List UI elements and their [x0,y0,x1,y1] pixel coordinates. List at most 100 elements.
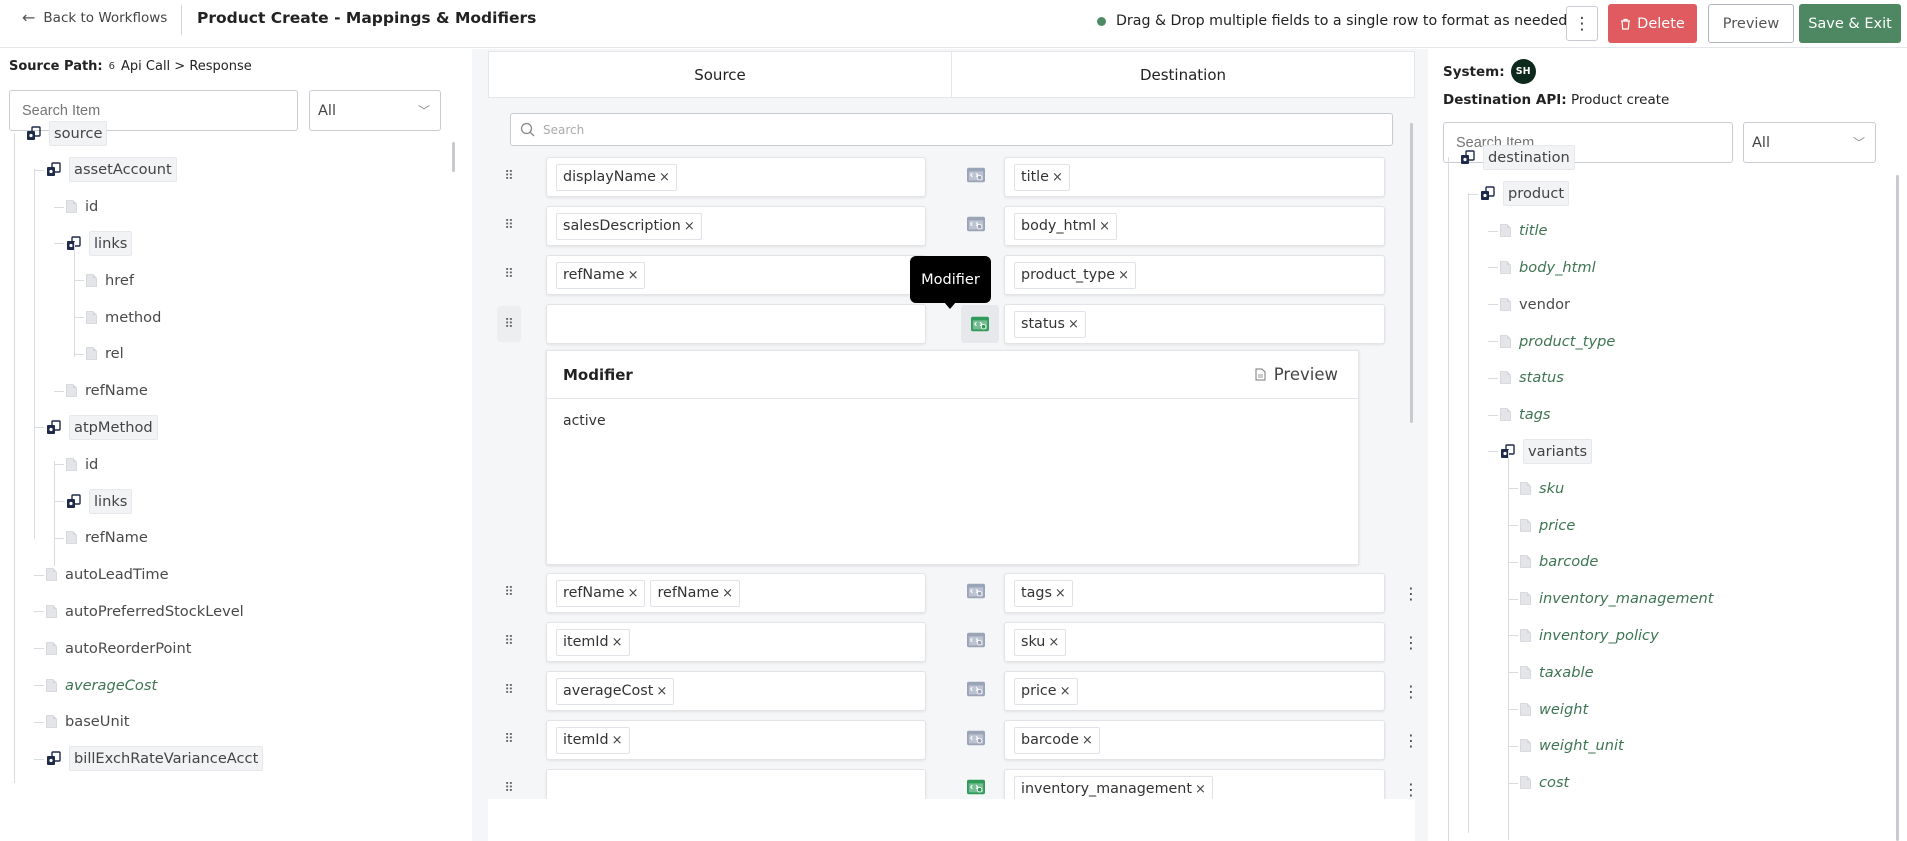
tree-field-baseunit[interactable]: baseUnit [46,708,130,736]
source-field-chip[interactable]: displayName × [556,163,677,191]
delete-button[interactable]: Delete [1608,4,1697,43]
tab-source[interactable]: Source [489,52,951,97]
tree-field-tags[interactable]: tags [1500,401,1551,429]
drag-handle-icon[interactable]: ⠿ [497,306,521,342]
row-options-icon[interactable]: ⋮ [1403,778,1419,800]
tree-field-product-type[interactable]: product_type [1500,327,1615,355]
tree-field-href[interactable]: href [86,266,134,294]
remove-chip-icon[interactable]: × [612,635,623,650]
destination-field-chip[interactable]: body_html × [1014,212,1117,240]
remove-chip-icon[interactable]: × [722,586,733,601]
source-field-chip[interactable]: averageCost × [556,677,675,705]
tree-field-inventory-management[interactable]: inventory_management [1520,585,1714,613]
drag-handle-icon[interactable]: ⠿ [502,583,516,601]
destination-field-chip[interactable]: sku × [1014,628,1067,656]
tree-object-links[interactable]: links [66,487,133,515]
tree-object-billexchratevarianceacct[interactable]: billExchRateVarianceAcct [46,745,264,773]
tree-object-source[interactable]: source [26,119,108,147]
tree-field-id[interactable]: id [66,450,98,478]
drag-handle-icon[interactable]: ⠿ [502,779,516,797]
tree-field-price[interactable]: price [1520,511,1575,539]
destination-field-dropzone[interactable]: barcode × [1004,720,1385,760]
destination-field-dropzone[interactable]: status × [1004,304,1385,344]
modifier-value-editor[interactable]: active [547,399,1358,443]
destination-field-dropzone[interactable]: body_html × [1004,206,1385,246]
back-to-workflows-link[interactable]: ← Back to Workflows [22,8,167,27]
remove-chip-icon[interactable]: × [1052,170,1063,185]
source-field-dropzone[interactable]: itemId × [546,720,926,760]
tree-field-averagecost[interactable]: averageCost [46,671,157,699]
modifier-button[interactable] [966,166,988,188]
source-field-dropzone[interactable]: salesDescription × [546,206,926,246]
destination-field-chip[interactable]: product_type × [1014,261,1136,289]
remove-chip-icon[interactable]: × [1118,268,1129,283]
modifier-preview-button[interactable]: Preview [1255,365,1338,384]
source-field-chip[interactable]: refName × [556,261,646,289]
destination-field-chip[interactable]: barcode × [1014,726,1100,754]
tree-field-inventory-policy[interactable]: inventory_policy [1520,621,1659,649]
drag-handle-icon[interactable]: ⠿ [502,681,516,699]
tree-field-autoreorderpoint[interactable]: autoReorderPoint [46,634,191,662]
remove-chip-icon[interactable]: × [659,170,670,185]
remove-chip-icon[interactable]: × [628,268,639,283]
tree-object-assetaccount[interactable]: assetAccount [46,156,177,184]
destination-field-dropzone[interactable]: product_type × [1004,255,1385,295]
drag-handle-icon[interactable]: ⠿ [502,632,516,650]
mapping-search-input[interactable]: Search [510,113,1393,146]
modifier-button[interactable] [966,631,988,653]
modifier-button[interactable] [966,215,988,237]
destination-field-dropzone[interactable]: title × [1004,157,1385,197]
remove-chip-icon[interactable]: × [684,219,695,234]
source-field-dropzone[interactable] [546,304,926,344]
tree-field-refname[interactable]: refName [66,524,148,552]
drag-handle-icon[interactable]: ⠿ [502,167,516,185]
modifier-button[interactable] [966,729,988,751]
remove-chip-icon[interactable]: × [1048,635,1059,650]
row-options-icon[interactable]: ⋮ [1403,729,1419,751]
source-field-chip[interactable]: itemId × [556,726,630,754]
destination-field-dropzone[interactable]: price × [1004,671,1385,711]
tree-field-cost[interactable]: cost [1520,769,1569,797]
tree-object-destination[interactable]: destination [1460,143,1575,171]
source-field-dropzone[interactable]: averageCost × [546,671,926,711]
source-field-chip[interactable]: salesDescription × [556,212,702,240]
source-field-chip[interactable]: refName × [556,579,646,607]
remove-chip-icon[interactable]: × [1099,219,1110,234]
modifier-button[interactable] [966,680,988,702]
destination-tree-scrollbar[interactable] [1896,175,1899,841]
tree-field-sku[interactable]: sku [1520,474,1564,502]
source-field-chip[interactable]: refName × [650,579,740,607]
remove-chip-icon[interactable]: × [656,684,667,699]
source-field-dropzone[interactable]: refName × [546,255,926,295]
tree-field-barcode[interactable]: barcode [1520,548,1598,576]
source-field-chip[interactable]: itemId × [556,628,630,656]
preview-button[interactable]: Preview [1708,4,1794,43]
tree-field-refname[interactable]: refName [66,377,148,405]
drag-handle-icon[interactable]: ⠿ [502,265,516,283]
destination-field-dropzone[interactable]: sku × [1004,622,1385,662]
tree-object-product[interactable]: product [1480,180,1570,208]
tree-object-variants[interactable]: variants [1500,437,1593,465]
drag-handle-icon[interactable]: ⠿ [502,216,516,234]
modifier-button[interactable] [966,778,988,800]
source-field-dropzone[interactable]: refName × refName × [546,573,926,613]
tree-field-autoleadtime[interactable]: autoLeadTime [46,561,169,589]
more-options-button[interactable]: ⋮ [1566,6,1598,41]
remove-chip-icon[interactable]: × [1055,586,1066,601]
tree-field-weight-unit[interactable]: weight_unit [1520,732,1624,760]
remove-chip-icon[interactable]: × [1195,782,1206,797]
tree-field-status[interactable]: status [1500,364,1564,392]
modifier-button[interactable] [966,582,988,604]
source-tree-scrollbar[interactable] [452,142,455,172]
save-exit-button[interactable]: Save & Exit [1799,4,1901,43]
remove-chip-icon[interactable]: × [1068,317,1079,332]
destination-field-chip[interactable]: title × [1014,163,1070,191]
tree-field-method[interactable]: method [86,303,161,331]
remove-chip-icon[interactable]: × [612,733,623,748]
tab-destination[interactable]: Destination [951,52,1414,97]
destination-field-chip[interactable]: price × [1014,677,1078,705]
source-field-dropzone[interactable]: displayName × [546,157,926,197]
modifier-button[interactable] [961,305,999,343]
source-field-dropzone[interactable]: itemId × [546,622,926,662]
remove-chip-icon[interactable]: × [628,586,639,601]
